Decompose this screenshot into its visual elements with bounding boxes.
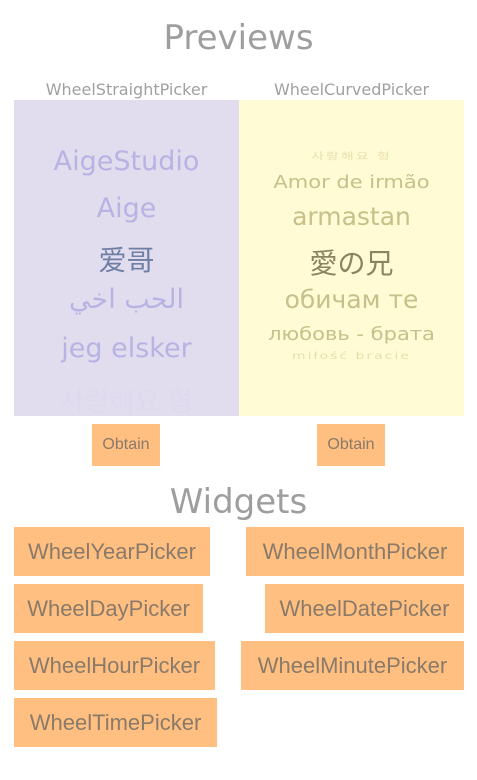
wheel-hour-picker-button[interactable]: WheelHourPicker <box>14 641 215 690</box>
wheel-minute-picker-button[interactable]: WheelMinutePicker <box>241 641 464 690</box>
straight-picker-caption: WheelStraightPicker <box>45 80 208 99</box>
wheel-curved-picker[interactable]: 사랑해요 형 Amor de irmão armastan 愛の兄 обичам… <box>239 100 464 416</box>
curved-picker-item: обичам те <box>284 285 419 314</box>
wheel-year-picker-button[interactable]: WheelYearPicker <box>14 527 210 576</box>
curved-picker-caption: WheelCurvedPicker <box>273 80 430 99</box>
curved-picker-item: любовь - брата <box>268 323 435 345</box>
straight-picker-item: AigeStudio <box>53 146 200 177</box>
straight-picker-item: 사랑해요 형 <box>60 387 193 416</box>
wheel-straight-picker[interactable]: AigeStudio Aige 爱哥 الحب اخي jeg elsker 사… <box>14 100 239 416</box>
wheel-day-picker-button[interactable]: WheelDayPicker <box>14 584 203 633</box>
wheel-time-picker-button[interactable]: WheelTimePicker <box>14 698 217 747</box>
wheel-month-picker-button[interactable]: WheelMonthPicker <box>246 527 464 576</box>
curved-picker-item: miłość bracie <box>292 350 411 362</box>
curved-picker-item: Amor de irmão <box>273 171 430 193</box>
curved-picker-selected-item: 愛の兄 <box>309 247 394 280</box>
previews-title: Previews <box>163 18 314 58</box>
straight-picker-selected-item: 爱哥 <box>98 244 155 277</box>
obtain-straight-button[interactable]: Obtain <box>92 424 160 466</box>
curved-picker-item: armastan <box>292 202 411 231</box>
obtain-curved-button[interactable]: Obtain <box>317 424 385 466</box>
straight-picker-item: الحب اخي <box>69 284 184 315</box>
widgets-title: Widgets <box>169 482 308 522</box>
curved-picker-item: 사랑해요 형 <box>311 151 392 163</box>
wheel-date-picker-button[interactable]: WheelDatePicker <box>265 584 464 633</box>
straight-picker-item: Aige <box>96 193 157 224</box>
straight-picker-item: jeg elsker <box>61 333 192 364</box>
